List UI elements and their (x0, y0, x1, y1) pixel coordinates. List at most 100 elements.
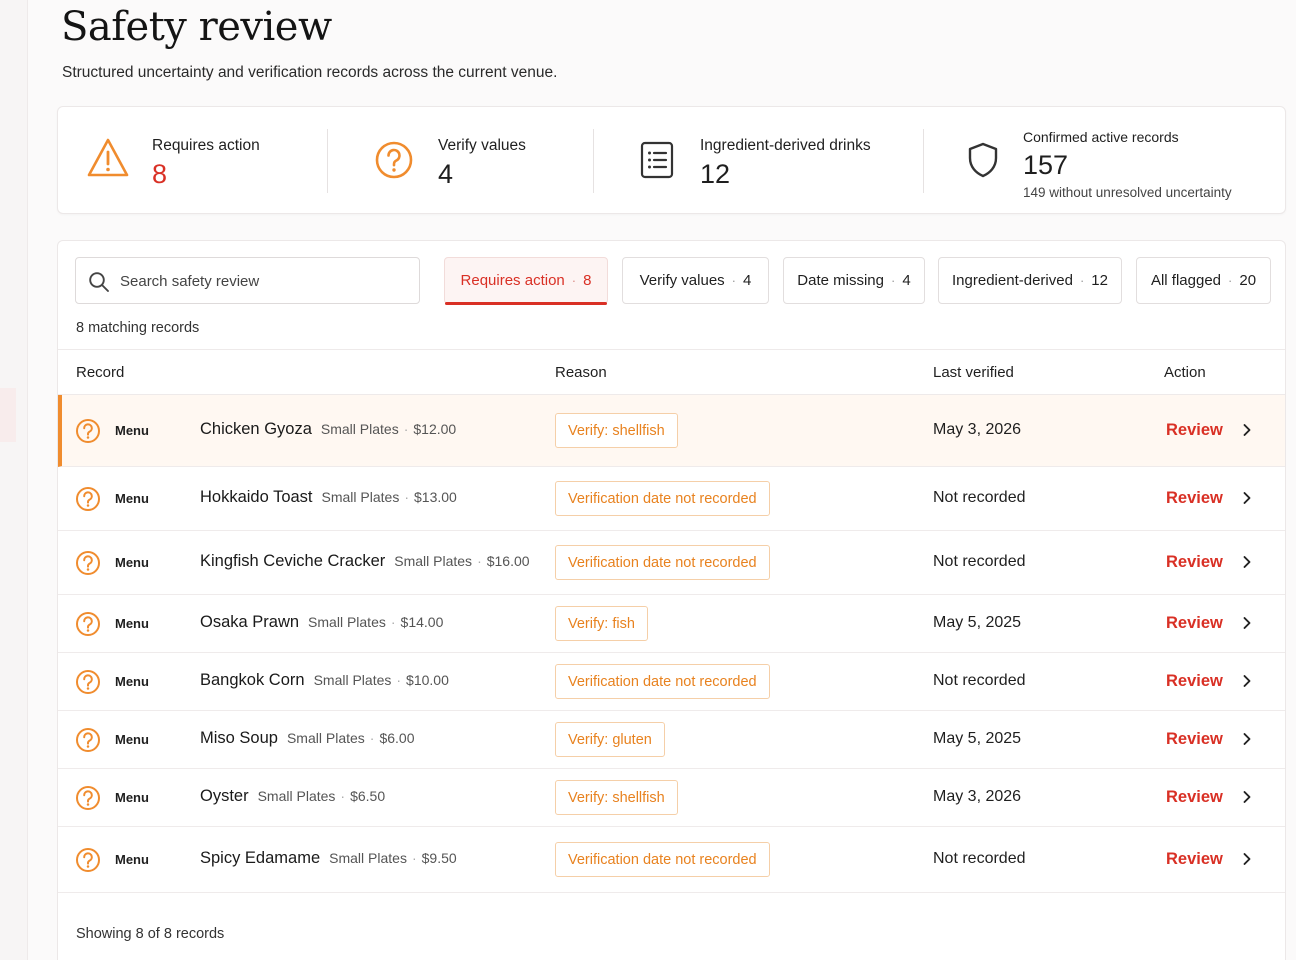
chevron-right-icon[interactable] (1241, 674, 1253, 693)
table-row[interactable]: Menu Oyster Small Plates · $6.50 Verify: shel… (58, 769, 1285, 827)
record-name-group: Spicy Edamame Small Plates · $9.50 (200, 849, 457, 867)
filter-count: 4 (743, 272, 752, 289)
record-price: $6.50 (350, 788, 386, 804)
last-verified-date: Not recorded (933, 553, 1026, 570)
table-row[interactable]: Menu Kingfish Ceviche Cracker Small Plates… (58, 531, 1285, 595)
filter-count: 4 (902, 272, 911, 289)
record-source: Menu (115, 491, 149, 506)
chevron-right-icon[interactable] (1241, 790, 1253, 809)
stat-confirmed-active: Confirmed active records 157 149 without… (924, 107, 1284, 213)
last-verified-date: Not recorded (933, 850, 1026, 867)
record-source: Menu (115, 852, 149, 867)
reason-badge: Verify: gluten (555, 722, 665, 757)
stat-label: Ingredient-derived drinks (700, 137, 871, 154)
table-row[interactable]: Menu Chicken Gyoza Small Plates · $12.00 Veri… (58, 395, 1285, 467)
filter-date-missing[interactable]: Date missing · 4 (783, 257, 925, 304)
chevron-right-icon[interactable] (1241, 423, 1253, 442)
last-verified-date: May 3, 2026 (933, 421, 1022, 438)
review-link[interactable]: Review (1166, 788, 1223, 807)
record-source: Menu (115, 616, 149, 631)
record-source: Menu (115, 555, 149, 570)
table-row[interactable]: Menu Osaka Prawn Small Plates · $14.00 Verify… (58, 595, 1285, 653)
table-row[interactable]: Menu Bangkok Corn Small Plates · $10.00 Verif… (58, 653, 1285, 711)
review-link[interactable]: Review (1166, 672, 1223, 691)
filter-verify-values[interactable]: Verify values · 4 (622, 257, 769, 304)
record-name: Kingfish Ceviche Cracker (200, 552, 386, 570)
page-title: Safety review (61, 4, 332, 50)
record-price: $9.50 (421, 850, 457, 866)
review-link[interactable]: Review (1166, 850, 1223, 869)
filter-label: Ingredient-derived (952, 272, 1073, 289)
record-price: $14.00 (400, 614, 444, 630)
page-subtitle: Structured uncertainty and verification … (62, 64, 558, 81)
last-verified-date: May 5, 2025 (933, 614, 1022, 631)
table-header: Record Reason Last verified Action (58, 349, 1285, 395)
search-icon (89, 272, 109, 292)
record-name-group: Miso Soup Small Plates · $6.00 (200, 729, 415, 747)
table-row[interactable]: Menu Hokkaido Toast Small Plates · $13.00 Ver… (58, 467, 1285, 531)
stat-verify-values: Verify values 4 (328, 107, 594, 213)
record-name: Miso Soup (200, 729, 278, 747)
record-price: $13.00 (414, 489, 457, 505)
question-circle-icon (75, 486, 101, 517)
filter-count: 12 (1091, 272, 1108, 289)
stat-label: Verify values (438, 137, 526, 154)
filter-label: All flagged (1150, 272, 1222, 289)
col-reason: Reason (555, 364, 607, 381)
review-link[interactable]: Review (1166, 421, 1223, 440)
records-footer: Showing 8 of 8 records (76, 926, 225, 942)
record-category: Small Plates (394, 553, 473, 569)
record-name: Hokkaido Toast (200, 488, 313, 506)
record-name-group: Kingfish Ceviche Cracker Small Plates · $16… (200, 552, 530, 570)
question-circle-icon (75, 550, 101, 581)
chevron-right-icon[interactable] (1241, 732, 1253, 751)
filter-label: Requires action (460, 272, 565, 289)
question-circle-icon (75, 785, 101, 816)
chevron-right-icon[interactable] (1241, 555, 1253, 574)
left-rail (0, 0, 28, 960)
search-box[interactable] (75, 257, 420, 304)
records-panel: Requires action·8 Verify values·4 Date m… (57, 240, 1286, 960)
stat-ingredient-derived: Ingredient-derived drinks 12 (594, 107, 924, 213)
col-last-verified: Last verified (933, 364, 1014, 381)
filter-label: Verify values (639, 272, 725, 289)
chevron-right-icon[interactable] (1241, 491, 1253, 510)
chevron-right-icon[interactable] (1241, 616, 1253, 635)
question-circle-icon (75, 669, 101, 700)
review-link[interactable]: Review (1166, 614, 1223, 633)
reason-badge: Verification date not recorded (555, 481, 770, 516)
filter-requires-action[interactable]: Requires action · 8 (444, 257, 608, 305)
warning-triangle-icon (87, 138, 129, 177)
search-input[interactable] (120, 270, 410, 292)
record-category: Small Plates (321, 489, 400, 505)
record-name-group: Oyster Small Plates · $6.50 (200, 787, 386, 805)
stats-card: Requires action 8 Verify values 4 Ingred… (57, 106, 1286, 214)
record-price: $16.00 (486, 553, 530, 569)
question-circle-icon (375, 141, 413, 179)
record-category: Small Plates (286, 730, 365, 746)
filter-label: Date missing (797, 272, 884, 289)
stat-value: 12 (700, 159, 731, 189)
filter-all-flagged[interactable]: All flagged · 20 (1136, 257, 1271, 304)
matching-count: 8 matching records (76, 320, 200, 336)
table-row[interactable]: Menu Spicy Edamame Small Plates · $9.50 Verif… (58, 827, 1285, 893)
review-link[interactable]: Review (1166, 730, 1223, 749)
last-verified-date: Not recorded (933, 489, 1026, 506)
record-category: Small Plates (313, 672, 392, 688)
stat-label: Confirmed active records (1023, 129, 1179, 145)
reason-badge: Verification date not recorded (555, 545, 770, 580)
record-name-group: Chicken Gyoza Small Plates · $12.00 (200, 420, 457, 438)
record-price: $12.00 (413, 421, 457, 437)
question-circle-icon (75, 418, 101, 449)
stat-value: 8 (152, 159, 168, 189)
review-link[interactable]: Review (1166, 489, 1223, 508)
stat-requires-action: Requires action 8 (58, 107, 328, 213)
record-category: Small Plates (329, 850, 407, 866)
shield-icon (968, 142, 998, 178)
chevron-right-icon[interactable] (1241, 852, 1253, 871)
review-link[interactable]: Review (1166, 553, 1223, 572)
table-row[interactable]: Menu Miso Soup Small Plates · $6.00 Verify: g… (58, 711, 1285, 769)
stat-label: Requires action (152, 137, 260, 154)
filter-ingredient-derived[interactable]: Ingredient-derived · 12 (938, 257, 1122, 304)
record-name-group: Hokkaido Toast Small Plates · $13.00 (200, 488, 457, 506)
